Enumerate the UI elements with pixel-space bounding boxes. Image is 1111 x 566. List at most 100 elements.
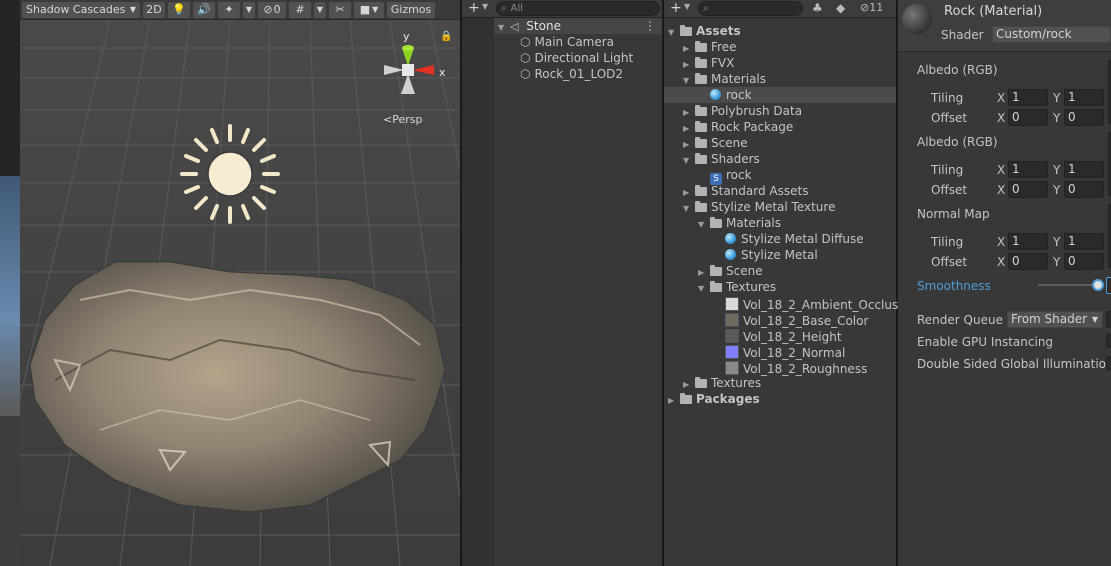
hierarchy-item[interactable]: ⬡ Main Camera [520, 34, 614, 50]
expand-arrow-down-icon[interactable]: ▼ [683, 73, 695, 89]
project-tree-item[interactable]: Stylize Metal [664, 247, 896, 263]
tiling-y-field[interactable]: 1 [1064, 161, 1104, 178]
project-tree-item[interactable]: ▶ Rock Package [664, 119, 896, 135]
shader-dropdown[interactable]: Custom/rock [992, 26, 1111, 43]
project-tree-item[interactable]: ▼ Shaders [664, 151, 896, 167]
project-tree-item[interactable]: ▼ Assets [664, 23, 896, 39]
project-tree-item[interactable]: ▼ Materials [664, 71, 896, 87]
gameobject-cube-icon: ⬡ [520, 35, 531, 49]
effects-toggle-icon[interactable]: ✦ [218, 1, 240, 18]
project-tree-item[interactable]: ▶ Free [664, 39, 896, 55]
offset-x-field[interactable]: 0 [1008, 109, 1048, 126]
chevron-down-icon[interactable]: ▼ [684, 2, 690, 11]
project-tree-item[interactable]: ▶ Packages [664, 391, 896, 407]
inspector-header: Rock (Material) Shader Custom/rock [898, 0, 1111, 52]
kebab-menu-icon[interactable]: ⋮ [644, 18, 656, 34]
tiling-x-label: X [997, 163, 1006, 177]
audio-toggle-icon[interactable]: 🔊 [193, 1, 215, 18]
scene-view[interactable]: y x 🔒 <Persp Shadow Cascades ▼ 2D 💡 🔊 ✦ ▼… [20, 0, 460, 566]
project-tree-item[interactable]: ▶ Scene [664, 135, 896, 151]
project-tree-item[interactable]: ▼ Materials [664, 215, 896, 231]
tools-icon[interactable]: ✂ [329, 1, 351, 18]
folder-icon [680, 393, 692, 404]
render-queue-number-field[interactable] [1106, 311, 1111, 328]
expand-arrow-down-icon[interactable]: ▼ [698, 217, 710, 233]
grid-dropdown-icon[interactable]: ▼ [314, 1, 326, 18]
project-tree-item-label: Materials [711, 72, 767, 86]
tiling-x-field[interactable]: 1 [1008, 161, 1048, 178]
add-button[interactable]: + [468, 0, 480, 17]
offset-y-label: Y [1053, 183, 1061, 197]
expand-arrow-down-icon[interactable]: ▼ [668, 25, 680, 41]
smoothness-slider-track[interactable] [1038, 284, 1098, 286]
scene-row[interactable]: ▼ ◁ Stone ⋮ [494, 18, 662, 34]
gizmos-button[interactable]: Gizmos [387, 1, 435, 18]
expand-arrow-down-icon[interactable]: ▼ [683, 201, 695, 217]
project-tree-item[interactable]: ▶ Textures [664, 375, 896, 391]
project-tree-item[interactable]: Vol_18_2_Height [664, 327, 896, 344]
folder-icon [695, 73, 707, 84]
project-tree-item[interactable]: ▶ Polybrush Data [664, 103, 896, 119]
smoothness-value-field[interactable] [1106, 277, 1111, 294]
hidden-packages-toggle[interactable]: ⊘11 [860, 1, 883, 14]
project-tree-item[interactable]: ▶ Scene [664, 263, 896, 279]
project-tree-item-label: Scene [711, 136, 748, 150]
project-tree-item[interactable]: rock [664, 87, 896, 103]
hierarchy-search-input[interactable]: ⌕ All [496, 1, 660, 16]
filter-by-label-icon[interactable]: ◆ [836, 1, 845, 15]
texture-thumbnail-icon [725, 345, 739, 359]
render-queue-dropdown[interactable]: From Shader ▼ [1007, 311, 1103, 328]
offset-x-field[interactable]: 0 [1008, 253, 1048, 270]
hierarchy-item[interactable]: ⬡ Directional Light [520, 50, 633, 66]
folder-icon [710, 265, 722, 276]
tiling-y-label: Y [1053, 91, 1061, 105]
hierarchy-item[interactable]: ⬡ Rock_01_LOD2 [520, 66, 623, 82]
lock-icon[interactable]: 🔒 [440, 31, 452, 42]
tiling-x-field[interactable]: 1 [1008, 233, 1048, 250]
gpu-instancing-checkbox[interactable] [1106, 334, 1111, 348]
folder-icon [695, 153, 707, 164]
expand-arrow-down-icon[interactable]: ▼ [698, 281, 710, 297]
project-tree-item[interactable]: Vol_18_2_Base_Color [664, 311, 896, 328]
expand-arrow-right-icon[interactable]: ▶ [668, 393, 680, 409]
grid-toggle-icon[interactable]: # [289, 1, 311, 18]
create-button[interactable]: + [670, 0, 682, 17]
expand-arrow-icon[interactable]: ▼ [498, 20, 510, 36]
hierarchy-item-label: Main Camera [534, 35, 615, 49]
filter-by-type-icon[interactable]: ♣ [812, 1, 823, 15]
projection-toggle[interactable]: <Persp [383, 113, 422, 126]
effects-dropdown-icon[interactable]: ▼ [243, 1, 255, 18]
double-sided-gi-checkbox[interactable] [1106, 356, 1111, 370]
2d-toggle[interactable]: 2D [143, 1, 165, 18]
project-tree-item[interactable]: ▼ Textures [664, 279, 896, 295]
camera-settings-button[interactable]: ■ ▼ [354, 1, 384, 18]
offset-y-field[interactable]: 0 [1064, 181, 1104, 198]
scene-name: Stone [526, 19, 561, 33]
expand-arrow-down-icon[interactable]: ▼ [683, 153, 695, 169]
hidden-objects-toggle[interactable]: ⊘ 0 [258, 1, 286, 18]
project-tree-item[interactable]: Vol_18_2_Ambient_Occlusion [664, 295, 917, 312]
tiling-y-field[interactable]: 1 [1064, 233, 1104, 250]
project-tree-item[interactable]: Srock [664, 167, 896, 185]
project-search-input[interactable]: ⌕ [698, 1, 803, 16]
project-tree-item[interactable]: Vol_18_2_Normal [664, 343, 896, 360]
shading-mode-dropdown[interactable]: Shadow Cascades ▼ [22, 1, 140, 18]
tiling-label: Tiling [931, 91, 964, 105]
hidden-packages-count: 11 [869, 1, 884, 14]
offset-y-field[interactable]: 0 [1064, 109, 1104, 126]
gizmo-x-label: x [439, 66, 446, 79]
tiling-y-field[interactable]: 1 [1064, 89, 1104, 106]
project-panel: + ▼ ⌕ ♣ ◆ ⊘11 ▼ Assets ▶ Free ▶ FVX ▼ Materials… [664, 0, 917, 566]
offset-x-field[interactable]: 0 [1008, 181, 1048, 198]
chevron-down-icon[interactable]: ▼ [482, 2, 488, 11]
project-tree-item[interactable]: Stylize Metal Diffuse [664, 231, 896, 247]
tiling-x-field[interactable]: 1 [1008, 89, 1048, 106]
lighting-toggle-icon[interactable]: 💡 [168, 1, 190, 18]
project-tree-item[interactable]: ▶ Standard Assets [664, 183, 896, 199]
project-tree-item[interactable]: Vol_18_2_Roughness [664, 359, 896, 376]
smoothness-slider-handle[interactable] [1092, 279, 1104, 291]
folder-icon [695, 41, 707, 52]
project-tree-item[interactable]: ▶ FVX [664, 55, 896, 71]
offset-y-field[interactable]: 0 [1064, 253, 1104, 270]
project-tree-item[interactable]: ▼ Stylize Metal Texture [664, 199, 896, 215]
